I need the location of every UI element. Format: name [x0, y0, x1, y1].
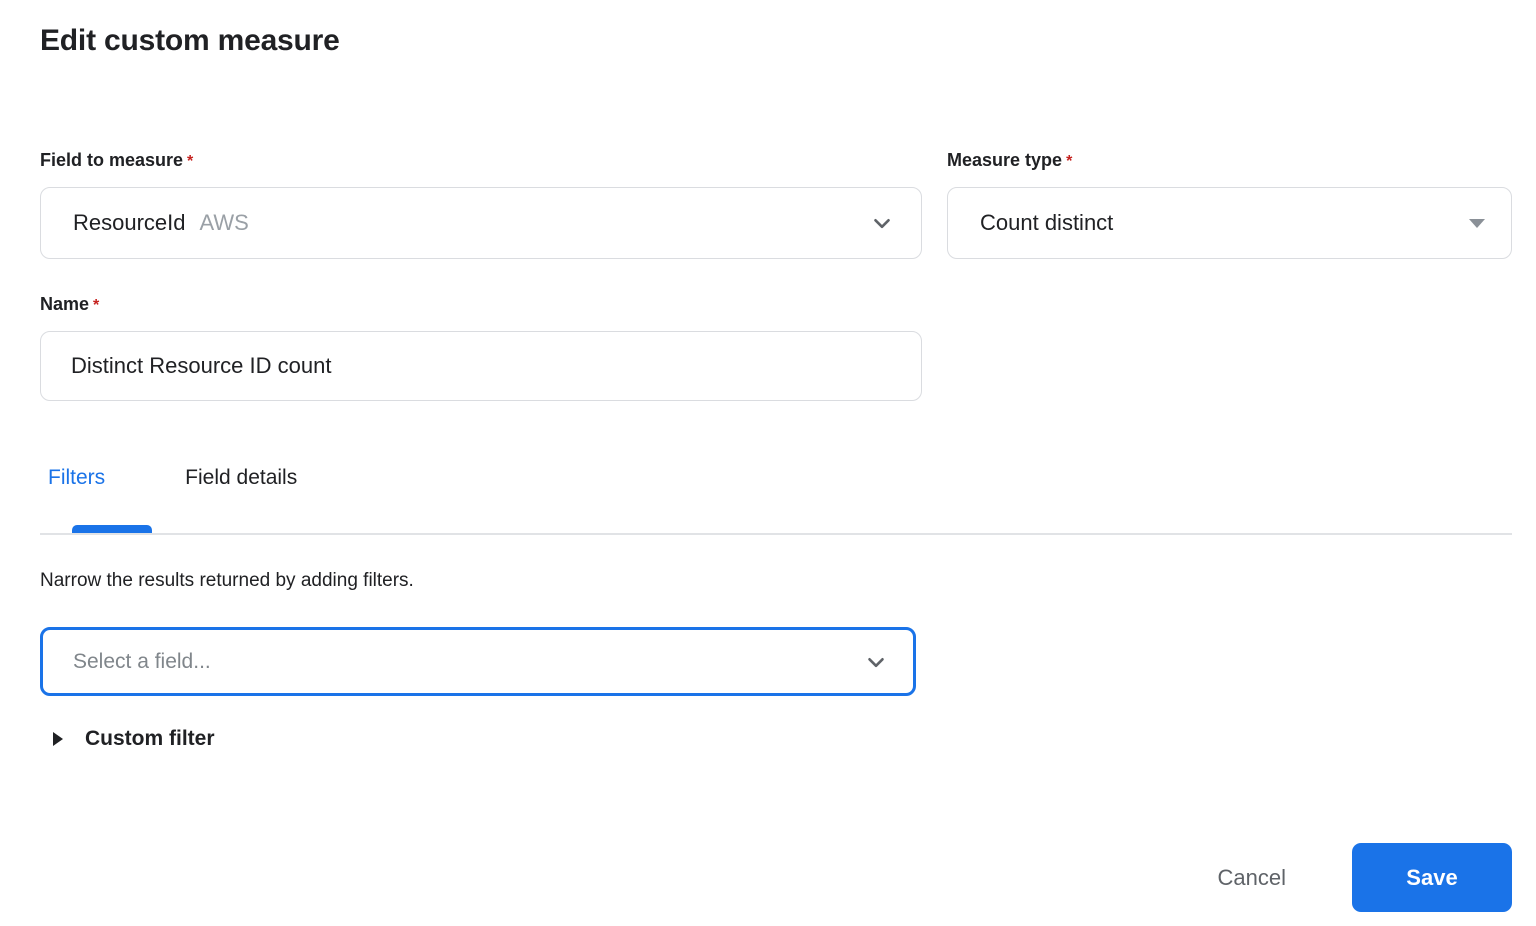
tab-filters[interactable]: Filters	[40, 466, 113, 490]
filter-field-placeholder: Select a field...	[73, 649, 211, 673]
tab-field-details[interactable]: Field details	[177, 466, 305, 490]
name-input[interactable]	[40, 331, 922, 401]
field-to-measure-dropdown[interactable]: ResourceId AWS	[40, 187, 922, 259]
required-asterisk: *	[1066, 153, 1073, 170]
field-to-measure-value: ResourceId	[73, 210, 186, 235]
filter-field-select[interactable]: Select a field...	[40, 627, 916, 696]
tab-bar: Filters Field details	[40, 466, 305, 490]
measure-type-group: Measure type * Count distinct	[947, 150, 1512, 259]
page-title: Edit custom measure	[40, 24, 340, 57]
chevron-down-icon	[868, 657, 884, 667]
measure-type-dropdown[interactable]: Count distinct	[947, 187, 1512, 259]
measure-type-label: Measure type *	[947, 150, 1073, 170]
field-to-measure-label: Field to measure *	[40, 150, 194, 170]
save-button[interactable]: Save	[1352, 843, 1512, 912]
required-asterisk: *	[187, 153, 194, 170]
cancel-button[interactable]: Cancel	[1202, 855, 1302, 901]
chevron-down-icon	[874, 218, 890, 229]
filters-description: Narrow the results returned by adding fi…	[40, 570, 414, 591]
required-asterisk: *	[93, 297, 100, 314]
measure-type-value: Count distinct	[980, 210, 1114, 235]
field-to-measure-source-tag: AWS	[199, 210, 249, 235]
footer-actions: Cancel Save	[1202, 843, 1512, 912]
custom-filter-disclosure[interactable]: Custom filter	[53, 727, 215, 751]
edit-custom-measure-dialog: Edit custom measure Field to measure * Re…	[0, 0, 1536, 926]
custom-filter-label: Custom filter	[85, 727, 215, 750]
caret-down-icon	[1469, 218, 1485, 228]
name-label: Name *	[40, 294, 100, 314]
field-to-measure-group: Field to measure * ResourceId AWS	[40, 150, 922, 259]
triangle-right-icon	[53, 732, 63, 746]
name-group: Name *	[40, 294, 922, 401]
tab-divider	[40, 533, 1512, 535]
